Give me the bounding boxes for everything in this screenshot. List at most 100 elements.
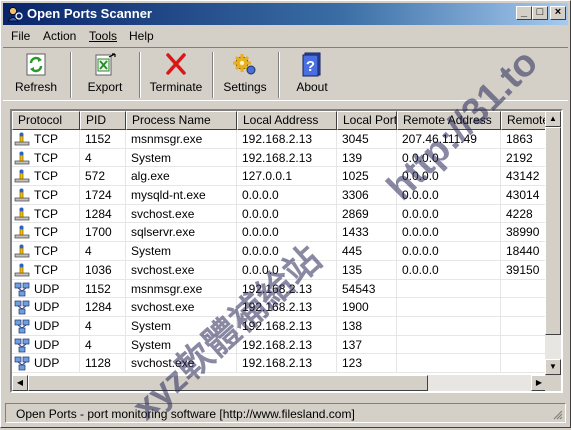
- horizontal-scroll-thumb[interactable]: [28, 375, 428, 391]
- cell-remote-address: [397, 354, 501, 373]
- close-button[interactable]: ×: [550, 6, 566, 20]
- cell-remote-address: [397, 335, 501, 355]
- protocol-text: TCP: [34, 225, 58, 240]
- cell-local-address: 0.0.0.0: [237, 204, 337, 224]
- cell-local-port: 137: [337, 335, 397, 355]
- cell-remote-address: 0.0.0.0: [397, 242, 501, 261]
- table-row[interactable]: TCP 572 alg.exe 127.0.0.1 1025 0.0.0.0 43142: [12, 167, 547, 187]
- table-header: Protocol PID Process Name Local Address Loca…: [12, 111, 547, 130]
- settings-label: Settings: [223, 80, 267, 94]
- resize-grip-icon[interactable]: [551, 408, 563, 420]
- protocol-text: UDP: [34, 281, 60, 296]
- terminate-icon: [166, 53, 186, 75]
- cell-local-port: 1900: [337, 298, 397, 317]
- settings-button[interactable]: Settings: [218, 50, 272, 100]
- table-row[interactable]: TCP 1036 svchost.exe 0.0.0.0 135 0.0.0.0 39150: [12, 260, 547, 280]
- column-header-remote-port[interactable]: Remote: [501, 111, 547, 130]
- cell-remote-address: 0.0.0.0: [397, 148, 501, 168]
- protocol-text: TCP: [34, 244, 58, 259]
- cell-remote-port: 39150: [501, 261, 547, 280]
- menu-help[interactable]: Help: [129, 29, 154, 43]
- cell-process-name: svchost.exe: [126, 354, 237, 373]
- cell-local-address: 192.168.2.13: [237, 335, 337, 355]
- column-header-protocol[interactable]: Protocol: [12, 111, 80, 130]
- title-bar[interactable]: Open Ports Scanner _ □ ×: [3, 3, 568, 25]
- refresh-icon: [26, 53, 46, 76]
- scroll-up-button[interactable]: ▲: [545, 111, 561, 127]
- protocol-text: UDP: [34, 356, 60, 371]
- menu-file[interactable]: File: [11, 29, 30, 43]
- cell-process-name: svchost.exe: [126, 260, 237, 280]
- cell-remote-address: 0.0.0.0: [397, 204, 501, 224]
- cell-protocol: UDP: [12, 279, 80, 299]
- menu-action[interactable]: Action: [43, 29, 76, 43]
- cell-protocol: TCP: [12, 148, 80, 168]
- table-row[interactable]: TCP 1700 sqlservr.exe 0.0.0.0 1433 0.0.0.0 389…: [12, 223, 547, 243]
- cell-pid: 1128: [80, 354, 126, 373]
- toolbar-separator: [212, 52, 214, 98]
- horizontal-scrollbar[interactable]: ◀ ▶: [12, 375, 547, 391]
- cell-remote-address: 207.46.111.49: [397, 130, 501, 149]
- cell-process-name: mysqld-nt.exe: [126, 186, 237, 205]
- cell-local-address: 192.168.2.13: [237, 279, 337, 299]
- cell-protocol: UDP: [12, 298, 80, 317]
- column-header-remote-address[interactable]: Remote Address: [397, 111, 501, 130]
- status-text: Open Ports - port monitoring software [h…: [16, 407, 355, 421]
- scroll-left-button[interactable]: ◀: [12, 375, 28, 391]
- protocol-text: TCP: [34, 132, 58, 146]
- table-row[interactable]: UDP 1284 svchost.exe 192.168.2.13 1900: [12, 298, 547, 317]
- minimize-button[interactable]: _: [516, 6, 532, 20]
- table-row[interactable]: UDP 1152 msnmsgr.exe 192.168.2.13 54543: [12, 279, 547, 299]
- about-button[interactable]: ? About: [286, 50, 338, 100]
- cell-process-name: System: [126, 242, 237, 261]
- cell-remote-address: 0.0.0.0: [397, 167, 501, 187]
- scrollbar-corner: [545, 375, 561, 391]
- column-header-local-port[interactable]: Local Port: [337, 111, 397, 130]
- cell-pid: 1284: [80, 298, 126, 317]
- tcp-connection-icon: [14, 151, 30, 165]
- svg-text:?: ?: [306, 58, 315, 75]
- column-header-pid[interactable]: PID: [80, 111, 126, 130]
- cell-local-port: 139: [337, 148, 397, 168]
- table-row[interactable]: TCP 4 System 192.168.2.13 139 0.0.0.0 2192: [12, 148, 547, 168]
- table-row[interactable]: TCP 1152 msnmsgr.exe 192.168.2.13 3045 207.46…: [12, 130, 547, 149]
- cell-local-address: 0.0.0.0: [237, 223, 337, 243]
- cell-local-address: 192.168.2.13: [237, 354, 337, 373]
- ports-table[interactable]: Protocol PID Process Name Local Address Loca…: [10, 109, 563, 393]
- protocol-text: TCP: [34, 206, 58, 221]
- cell-remote-port: 43142: [501, 167, 547, 187]
- cell-local-address: 192.168.2.13: [237, 148, 337, 168]
- vertical-scroll-thumb[interactable]: [545, 127, 561, 335]
- column-header-local-address[interactable]: Local Address: [237, 111, 337, 130]
- vertical-scrollbar[interactable]: ▲ ▼: [545, 111, 561, 375]
- cell-local-port: 135: [337, 260, 397, 280]
- table-row[interactable]: UDP 4 System 192.168.2.13 138: [12, 316, 547, 336]
- cell-local-address: 192.168.2.13: [237, 130, 337, 149]
- menu-tools[interactable]: Tools: [89, 29, 117, 43]
- app-icon: [7, 7, 23, 22]
- scroll-down-button[interactable]: ▼: [545, 359, 561, 375]
- cell-local-port: 3306: [337, 186, 397, 205]
- udp-network-icon: [14, 356, 30, 371]
- udp-network-icon: [14, 338, 30, 352]
- table-row[interactable]: UDP 4 System 192.168.2.13 137: [12, 335, 547, 355]
- about-label: About: [296, 80, 328, 94]
- cell-local-port: 2869: [337, 204, 397, 224]
- maximize-button[interactable]: □: [532, 6, 548, 20]
- tcp-connection-icon: [14, 263, 30, 277]
- terminate-button[interactable]: Terminate: [145, 50, 207, 100]
- column-header-process-name[interactable]: Process Name: [126, 111, 237, 130]
- export-button[interactable]: Export: [77, 50, 133, 100]
- app-window: Open Ports Scanner _ □ × File Action Too…: [0, 0, 571, 428]
- gear-icon: [233, 54, 256, 75]
- window-title: Open Ports Scanner: [27, 6, 152, 21]
- table-row[interactable]: TCP 4 System 0.0.0.0 445 0.0.0.0 18440: [12, 242, 547, 261]
- udp-network-icon: [14, 282, 30, 296]
- table-row[interactable]: TCP 1284 svchost.exe 0.0.0.0 2869 0.0.0.0 4228: [12, 204, 547, 224]
- cell-remote-address: 0.0.0.0: [397, 223, 501, 243]
- table-row[interactable]: TCP 1724 mysqld-nt.exe 0.0.0.0 3306 0.0.0.0 43…: [12, 186, 547, 205]
- refresh-button[interactable]: Refresh: [7, 50, 65, 100]
- protocol-text: TCP: [34, 150, 58, 165]
- table-row[interactable]: UDP 1128 svchost.exe 192.168.2.13 123: [12, 354, 547, 373]
- cell-local-address: 0.0.0.0: [237, 186, 337, 205]
